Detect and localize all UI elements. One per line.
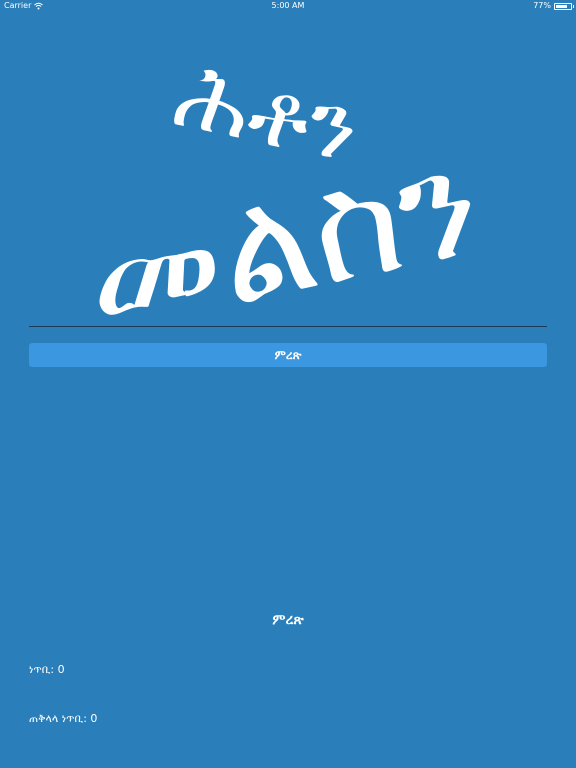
word-image: ሕቶን መልስን [60, 40, 560, 367]
total-score-label: ጠቅላላ ነጥቢ: 0 [29, 712, 98, 725]
battery-icon [554, 2, 574, 10]
status-right: 77% [533, 0, 574, 12]
status-bar: Carrier 5:00 AM 77% [0, 0, 576, 12]
battery-fill [556, 4, 567, 8]
result-label: ምረጽ [272, 612, 304, 628]
choose-button[interactable]: ምረጽ [29, 343, 547, 367]
battery-percent: 77% [533, 1, 551, 10]
status-time: 5:00 AM [271, 1, 305, 10]
answer-underline [29, 326, 547, 327]
score-label: ነጥቢ: 0 [29, 663, 65, 676]
